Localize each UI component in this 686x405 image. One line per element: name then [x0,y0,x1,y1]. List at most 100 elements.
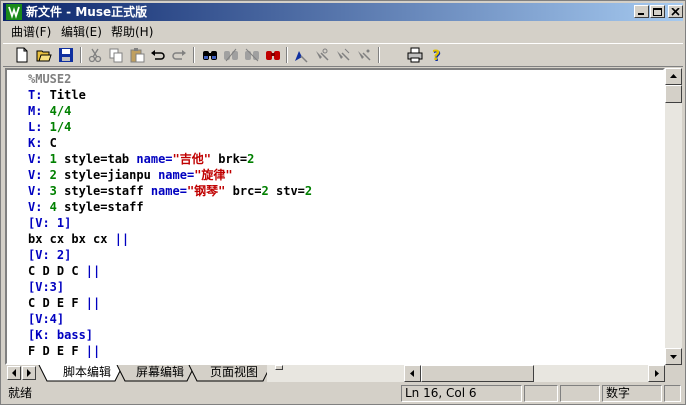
editor-line: C D E F || [28,295,100,311]
editor-token: style=tab [56,152,137,166]
editor-token: C D E F [28,296,86,310]
editor-token: 2 [304,184,313,198]
editor-token: "旋律" [194,168,233,182]
editor-token: "钢琴" [186,184,226,198]
tab-right-arrow[interactable] [22,366,36,380]
editor-token: stv= [268,184,305,198]
editor-token: 2 [261,184,269,198]
editor-token: brk= [210,152,248,166]
editor-token: [K: bass] [28,328,94,342]
editor-token: 3 [42,184,57,198]
editor-token: || [85,296,101,310]
menu-bar: 曲谱(F) 编辑(E) 帮助(H) [3,23,683,41]
menu-score[interactable]: 曲谱(F) [11,25,51,39]
window-title: 新文件 - Muse正式版 [26,5,148,19]
find-next-icon[interactable] [222,46,241,64]
script-editor[interactable]: %MUSE2 T: Title M: 4/4 L: 1/4 K: C V: 1 style… [5,68,665,365]
new-icon[interactable] [13,46,32,64]
status-bar: 就绪 Ln 16, Col 6 数字 [3,384,683,403]
close-button[interactable] [668,5,683,18]
svg-text:?: ? [432,48,440,63]
editor-line: K: C [28,135,57,151]
pen-icon[interactable] [292,46,311,64]
vertical-scrollbar[interactable] [665,68,682,365]
editor-line: [K: bass] [28,327,93,343]
scroll-up-button[interactable] [665,68,682,85]
tool2-icon[interactable] [334,46,353,64]
hscroll-splitter[interactable] [275,365,283,370]
tool3-icon[interactable] [355,46,374,64]
minimize-button[interactable] [634,5,649,18]
open-icon[interactable] [35,46,54,64]
editor-token: brc= [225,184,262,198]
editor-token: L: [28,120,43,134]
editor-token: V: [28,200,43,214]
editor-token: style=jianpu [56,168,159,182]
editor-token: name= [158,168,195,182]
editor-token: T: [28,88,43,102]
replace-icon[interactable] [243,46,262,64]
tab-page-view[interactable]: 页面视图 [197,365,271,381]
redo-icon[interactable] [170,46,189,64]
hscroll-thumb[interactable] [421,365,534,382]
menu-edit[interactable]: 编辑(E) [61,25,102,39]
scroll-left-button[interactable] [404,365,421,382]
editor-token: 4/4 [42,104,72,118]
toolbar-separator [80,47,82,63]
editor-line: C D D C || [28,263,100,279]
toolbar: ?? [3,43,683,67]
editor-line: V: 2 style=jianpu name="旋律" [28,167,233,183]
tab-screen-edit[interactable]: 屏幕编辑 [125,365,195,381]
editor-token: K: [28,136,43,150]
paste-icon[interactable] [128,46,147,64]
editor-token: [V:3] [28,280,65,294]
status-empty-3 [664,385,681,402]
editor-line: [V:3] [28,279,64,295]
editor-token: C [42,136,57,150]
horizontal-scrollbar[interactable] [267,365,665,382]
editor-line: V: 3 style=staff name="钢琴" brc=2 stv=2 [28,183,312,199]
editor-line: %MUSE2 [28,71,71,87]
status-ready: 就绪 [8,386,33,400]
help-icon[interactable]: ?? [428,46,447,64]
undo-icon[interactable] [149,46,168,64]
editor-line: T: Title [28,87,86,103]
toolbar-separator [378,47,380,63]
find-icon[interactable] [201,46,220,64]
maximize-button[interactable] [650,5,665,18]
editor-token: style=staff [56,200,144,214]
find-red-icon[interactable] [264,46,283,64]
editor-token: V: [28,184,43,198]
scroll-down-button[interactable] [665,348,682,365]
status-position: Ln 16, Col 6 [401,385,522,402]
tool1-icon[interactable] [313,46,332,64]
print-icon[interactable] [406,46,425,64]
editor-token: [V: 2] [28,248,72,262]
status-mode: 数字 [602,385,662,402]
editor-token: name= [150,184,187,198]
editor-token: [V: 1] [28,216,72,230]
editor-token: 1/4 [42,120,72,134]
copy-icon[interactable] [107,46,126,64]
editor-token: 2 [42,168,57,182]
editor-token: 1 [42,152,57,166]
editor-line: M: 4/4 [28,103,71,119]
editor-line: L: 1/4 [28,119,71,135]
scroll-thumb[interactable] [665,85,682,103]
editor-token: 4 [42,200,57,214]
menu-help[interactable]: 帮助(H) [111,25,153,39]
tab-script-edit[interactable]: 脚本编辑 [49,365,125,381]
editor-line: [V:4] [28,311,64,327]
scroll-right-button[interactable] [648,365,665,382]
tab-row: 脚本编辑 屏幕编辑 页面视图 [5,365,682,382]
cut-icon[interactable] [86,46,105,64]
editor-token: V: [28,152,43,166]
editor-token: V: [28,168,43,182]
editor-token: "吉他" [172,152,211,166]
editor-token: [V:4] [28,312,65,326]
editor-line: V: 4 style=staff [28,199,144,215]
tab-left-arrow[interactable] [7,366,21,380]
toolbar-separator [286,47,288,63]
save-icon[interactable] [57,46,76,64]
editor-line: [V: 2] [28,247,71,263]
